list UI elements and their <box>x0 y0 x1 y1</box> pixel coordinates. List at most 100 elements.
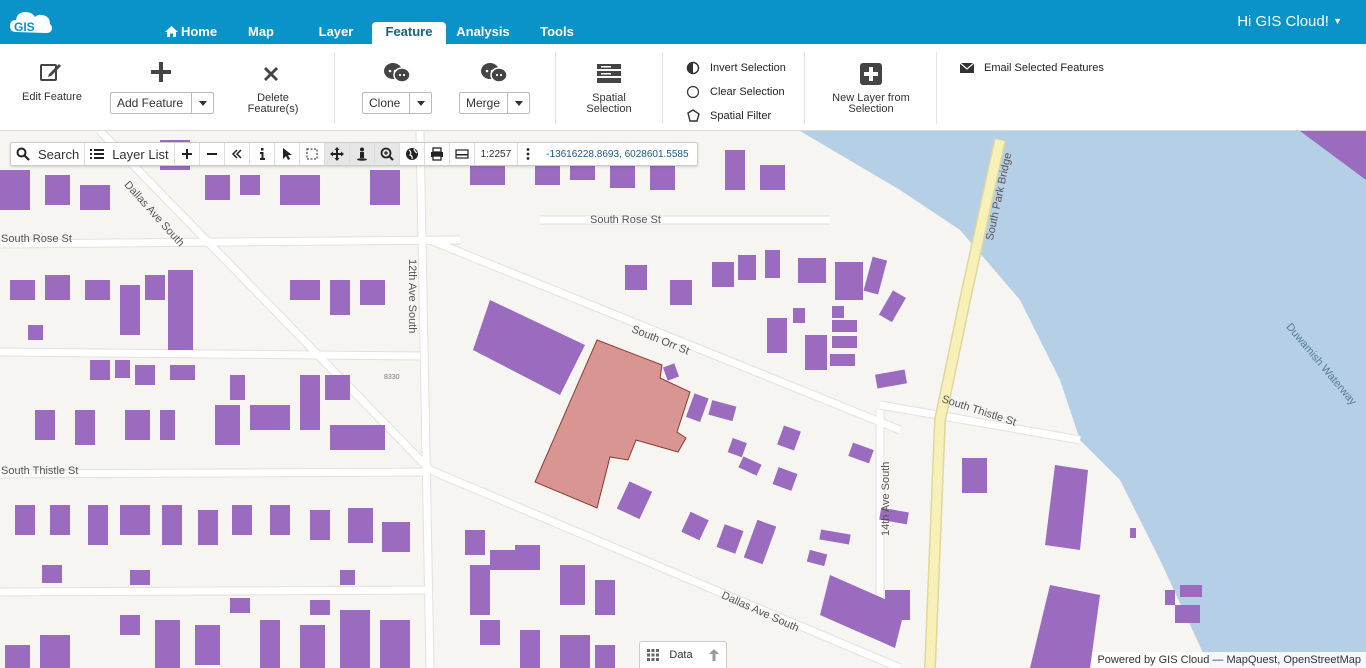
building[interactable] <box>115 360 130 378</box>
tab-layer[interactable]: Layer <box>312 22 360 44</box>
edit-feature-button[interactable]: Edit Feature <box>14 58 90 108</box>
search-button[interactable]: Search <box>11 143 86 165</box>
building[interactable] <box>120 615 140 635</box>
building[interactable] <box>1175 605 1200 623</box>
building[interactable] <box>300 375 320 430</box>
building[interactable] <box>230 375 245 400</box>
building[interactable] <box>830 354 855 366</box>
building[interactable] <box>215 405 240 445</box>
building[interactable] <box>793 308 805 323</box>
building[interactable] <box>765 250 780 278</box>
building[interactable] <box>130 570 150 585</box>
map-canvas[interactable]: South Rose St South Rose St South Thistl… <box>0 131 1366 668</box>
clone-button[interactable]: Clone <box>362 92 432 114</box>
building[interactable] <box>515 545 540 570</box>
building[interactable] <box>310 510 330 540</box>
building[interactable] <box>360 280 385 305</box>
building[interactable] <box>10 280 35 300</box>
building[interactable] <box>300 625 325 668</box>
tab-tools[interactable]: Tools <box>534 22 580 44</box>
building[interactable] <box>725 150 745 190</box>
building[interactable] <box>310 600 330 615</box>
building[interactable] <box>232 505 252 535</box>
building[interactable] <box>240 175 260 195</box>
building[interactable] <box>260 620 280 668</box>
clear-selection-button[interactable]: Clear Selection <box>686 85 785 99</box>
building[interactable] <box>520 630 540 668</box>
building[interactable] <box>155 620 180 668</box>
building[interactable] <box>670 280 692 305</box>
tab-map[interactable]: Map <box>240 22 282 44</box>
building[interactable] <box>370 170 400 205</box>
building[interactable] <box>885 590 910 620</box>
clone-dropdown[interactable] <box>409 93 431 113</box>
spatial-selection-button[interactable]: Spatial Selection <box>575 60 643 116</box>
building[interactable] <box>330 425 385 450</box>
building[interactable] <box>798 258 826 283</box>
building[interactable] <box>125 410 150 440</box>
building[interactable] <box>168 270 193 350</box>
measure-button[interactable] <box>450 143 475 165</box>
email-selected-features-button[interactable]: Email Selected Features <box>960 61 1104 75</box>
add-feature-dropdown[interactable] <box>191 93 213 113</box>
building[interactable] <box>120 505 150 535</box>
building[interactable] <box>805 335 827 370</box>
select-pointer-button[interactable] <box>275 143 300 165</box>
building[interactable] <box>712 262 734 287</box>
info-button[interactable] <box>250 143 275 165</box>
building[interactable] <box>470 565 490 615</box>
building[interactable] <box>35 410 55 440</box>
street-view-button[interactable] <box>349 143 375 165</box>
building[interactable] <box>15 505 35 535</box>
building[interactable] <box>760 165 785 190</box>
building[interactable] <box>325 375 350 400</box>
building[interactable] <box>230 598 250 613</box>
box-select-button[interactable] <box>300 143 325 165</box>
building[interactable] <box>832 336 857 348</box>
building[interactable] <box>382 522 410 552</box>
building[interactable] <box>5 645 30 668</box>
invert-selection-button[interactable]: Invert Selection <box>686 61 786 75</box>
zoom-out-button[interactable] <box>200 143 225 165</box>
gis-cloud-logo[interactable]: GIS <box>8 6 54 38</box>
building[interactable] <box>162 505 182 545</box>
building[interactable] <box>135 365 155 385</box>
building[interactable] <box>120 285 140 335</box>
building[interactable] <box>1180 585 1202 597</box>
building[interactable] <box>348 508 373 543</box>
building[interactable] <box>832 306 844 318</box>
tab-analysis[interactable]: Analysis <box>452 22 514 44</box>
building[interactable] <box>145 275 165 300</box>
building[interactable] <box>90 360 110 380</box>
zoom-tool-button[interactable] <box>374 143 400 165</box>
building[interactable] <box>198 510 218 545</box>
building[interactable] <box>650 165 675 190</box>
building[interactable] <box>45 175 70 205</box>
building[interactable] <box>625 265 647 290</box>
building[interactable] <box>45 275 70 300</box>
delete-feature-button[interactable]: Delete Feature(s) <box>238 62 308 115</box>
building[interactable] <box>0 170 30 210</box>
building[interactable] <box>42 565 62 583</box>
pan-button[interactable] <box>324 143 350 165</box>
globe-button[interactable] <box>400 143 425 165</box>
building[interactable] <box>250 405 290 430</box>
building[interactable] <box>340 610 370 668</box>
more-options-button[interactable] <box>518 143 538 165</box>
spatial-filter-button[interactable]: Spatial Filter <box>686 109 771 123</box>
building[interactable] <box>85 280 110 300</box>
building[interactable] <box>160 410 175 440</box>
building[interactable] <box>490 550 515 570</box>
building[interactable] <box>340 570 355 585</box>
building[interactable] <box>88 505 108 545</box>
print-button[interactable] <box>425 143 450 165</box>
building[interactable] <box>595 580 615 615</box>
building[interactable] <box>28 325 43 340</box>
data-panel-tab[interactable]: Data <box>639 641 727 668</box>
building[interactable] <box>560 565 585 605</box>
building[interactable] <box>738 255 756 280</box>
building[interactable] <box>330 280 350 315</box>
building[interactable] <box>290 280 320 300</box>
building[interactable] <box>595 645 615 668</box>
collapse-button[interactable] <box>225 143 250 165</box>
